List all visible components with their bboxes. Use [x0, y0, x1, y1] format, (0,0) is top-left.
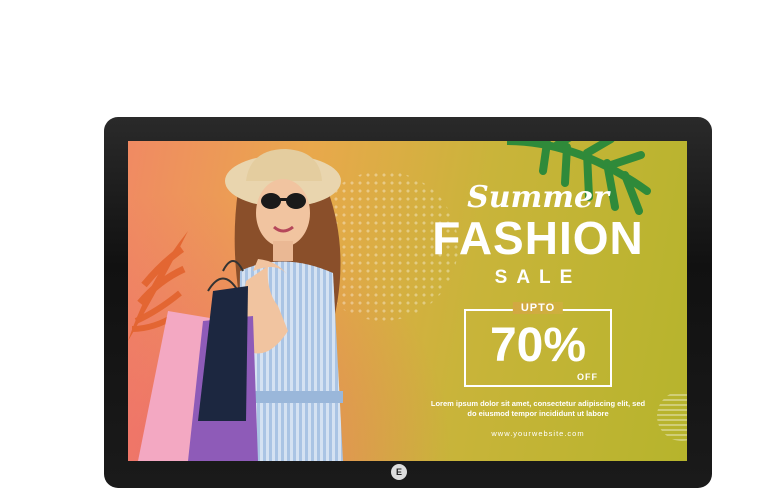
offer-suffix: OFF [577, 372, 598, 382]
body-text-line-2: do eiusmod tempor incididunt ut labore [467, 409, 609, 418]
offer-prefix: UPTO [512, 302, 564, 314]
headline-script: Summer [467, 180, 609, 215]
sale-text-block: Summer FASHION SALE UPTO 70% OFF Lorem i… [398, 180, 678, 439]
monitor-logo-button[interactable]: E [391, 464, 407, 480]
website-url: www.yourwebsite.com [491, 429, 585, 438]
offer-box: UPTO 70% OFF [464, 302, 612, 387]
body-text: Lorem ipsum dolor sit amet, consectetur … [398, 399, 678, 419]
tv-screen: Summer FASHION SALE UPTO 70% OFF Lorem i… [128, 141, 687, 461]
headline-main: FASHION [432, 212, 644, 264]
woman-with-shopping-bags-image [138, 149, 343, 461]
body-text-line-1: Lorem ipsum dolor sit amet, consectetur … [430, 399, 646, 408]
headline-sub: SALE [494, 267, 582, 288]
offer-value: 70% [489, 319, 587, 372]
